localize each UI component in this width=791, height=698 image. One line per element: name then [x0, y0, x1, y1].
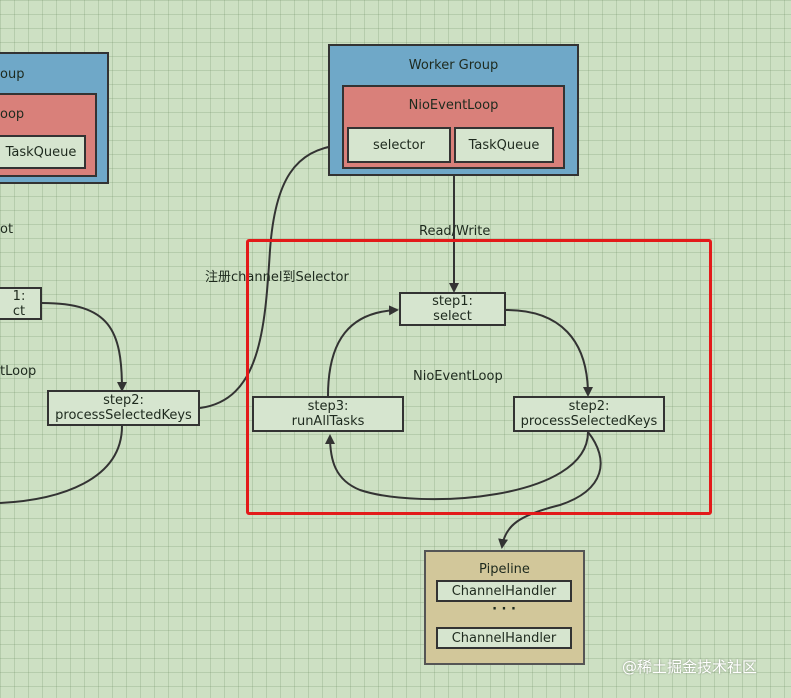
channel-handler-1-box: ChannelHandler — [436, 580, 572, 602]
step1-select-box: step1: select — [399, 292, 506, 326]
step2-line2: processSelectedKeys — [520, 414, 658, 429]
channel-handler-1-label: ChannelHandler — [451, 583, 557, 599]
read-write-label: Read/Write — [419, 224, 491, 239]
pipeline-title: Pipeline — [479, 562, 530, 577]
step3-run-all-tasks-box: step3: runAllTasks — [252, 396, 404, 432]
step3-line1: step3: — [307, 399, 349, 414]
left-event-loop-label: oop — [0, 107, 25, 122]
channel-handler-2-label: ChannelHandler — [451, 630, 557, 646]
worker-group-title: Worker Group — [408, 58, 499, 73]
left-step2-line1: step2: — [103, 393, 144, 408]
worker-event-loop-label: NioEventLoop — [408, 98, 499, 113]
worker-taskqueue-box: TaskQueue — [454, 127, 554, 163]
event-loop-center-label: NioEventLoop — [413, 369, 503, 384]
left-side-text-2: tLoop — [0, 364, 37, 379]
channel-handler-2-box: ChannelHandler — [436, 627, 572, 649]
left-step1-line1: 1: — [12, 288, 26, 304]
step1-line1: step1: — [432, 294, 473, 309]
selector-label: selector — [373, 137, 425, 153]
worker-taskqueue-label: TaskQueue — [468, 137, 540, 153]
left-step1-line2: ct — [12, 303, 26, 319]
selector-box: selector — [347, 127, 451, 163]
left-taskqueue-label: TaskQueue — [5, 144, 77, 160]
step2-process-selected-keys-box: step2: processSelectedKeys — [513, 396, 665, 432]
arrow-left-return — [0, 425, 123, 504]
step2-line1: step2: — [568, 399, 610, 414]
left-step2-line2: processSelectedKeys — [55, 408, 192, 423]
left-step2-box: step2: processSelectedKeys — [47, 390, 200, 426]
left-side-text-1: ot — [0, 222, 14, 237]
left-group-label: oup — [0, 67, 25, 82]
arrow-left-step1-to-step2 — [41, 302, 127, 392]
left-taskqueue-box: TaskQueue — [0, 135, 86, 169]
watermark-text: @稀土掘金技术社区 — [622, 658, 758, 676]
left-step1-box: 1: ct — [0, 287, 42, 320]
pipeline-dots: · · · — [492, 602, 516, 617]
step3-line2: runAllTasks — [291, 414, 365, 429]
step1-line2: select — [433, 309, 472, 324]
